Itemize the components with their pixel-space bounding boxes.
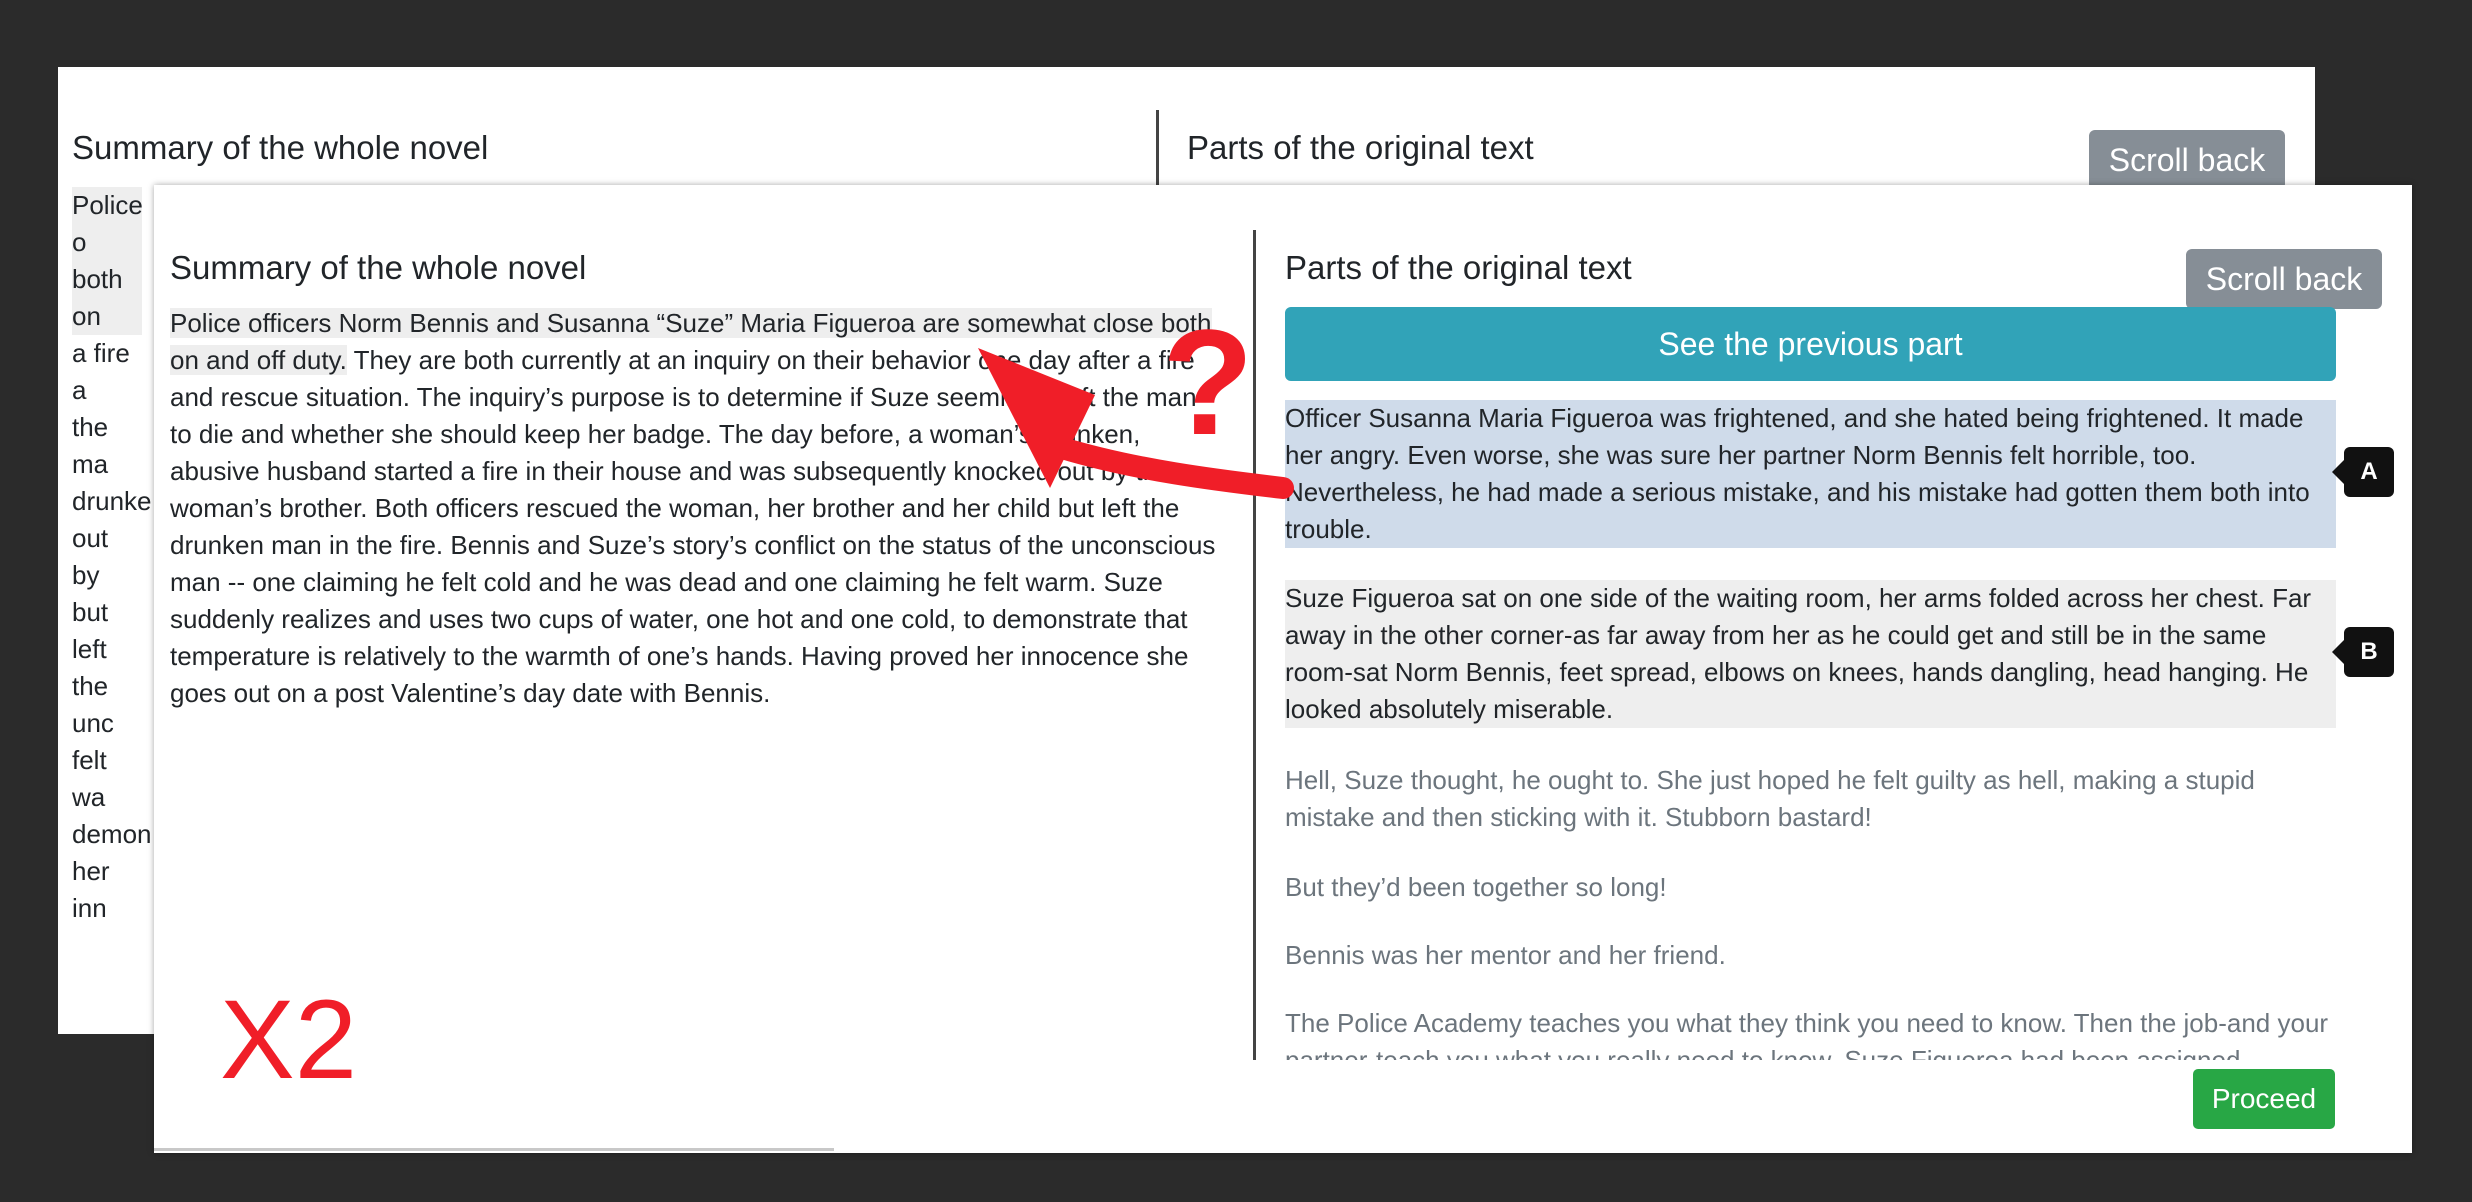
annotation-overlay: ? xyxy=(978,298,1294,499)
question-mark-annotation: ? xyxy=(1162,298,1254,466)
x2-annotation: X2 xyxy=(220,977,357,1102)
red-arrowhead-icon xyxy=(978,348,1095,488)
